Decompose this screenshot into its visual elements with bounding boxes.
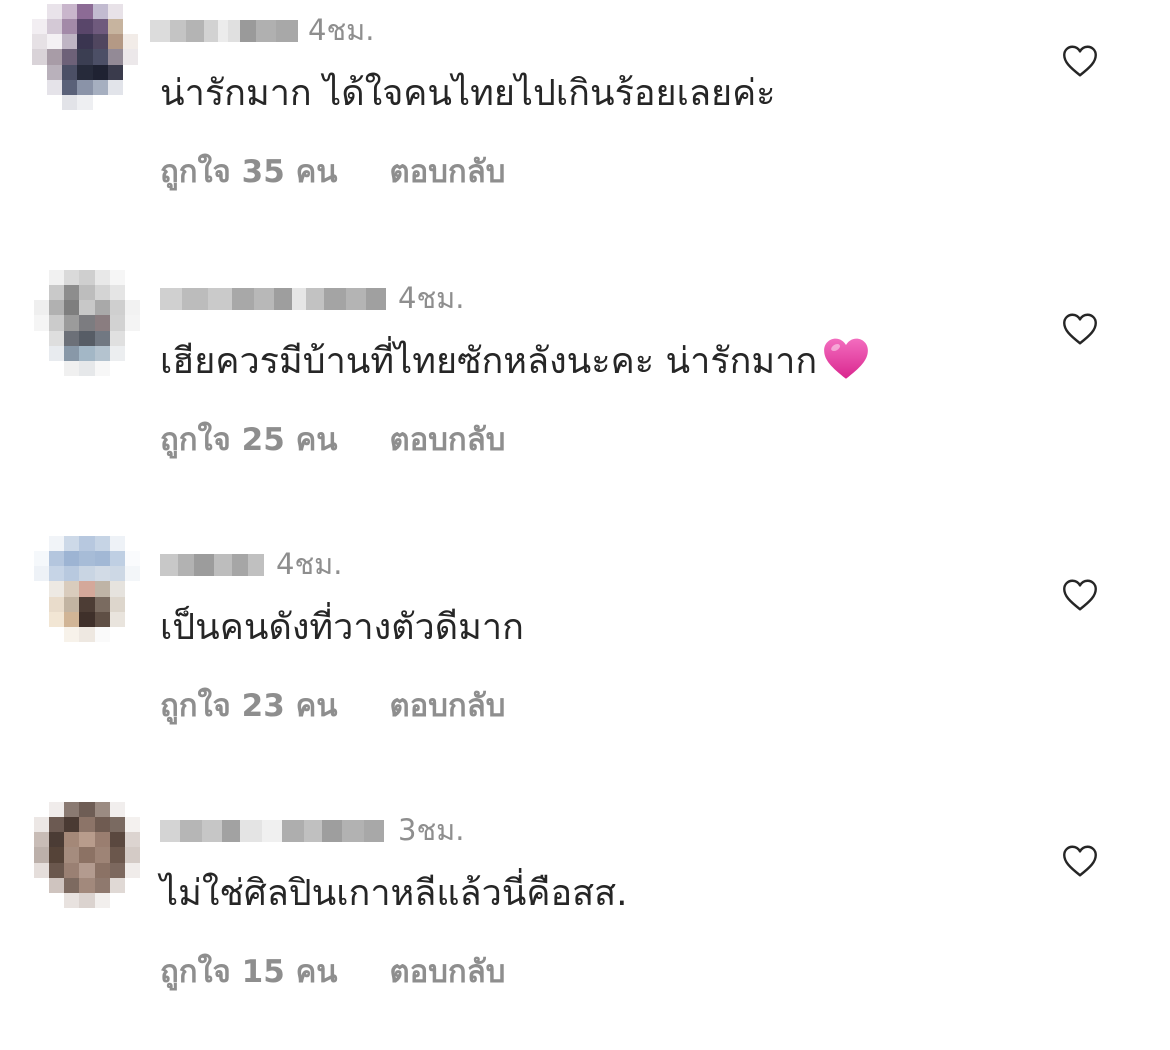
reply-button[interactable]: ตอบกลับ (390, 680, 506, 730)
comment-text: เป็นคนดังที่วางตัวดีมาก (160, 607, 524, 648)
comment-timestamp: 4ชม. (276, 547, 343, 581)
comment-item: 4ชม. น่ารักมาก ได้ใจคนไทยไปเกินร้อยเลยค่… (0, 0, 1170, 250)
avatar[interactable] (34, 802, 140, 908)
like-count[interactable]: ถูกใจ 15 คน (160, 946, 338, 996)
comment-text-content: เฮียควรมีบ้านที่ไทยซักหลังนะคะ น่ารักมาก (160, 341, 818, 382)
comment-actions: ถูกใจ 25 คน ตอบกลับ (160, 414, 505, 464)
comment-timestamp: 3ชม. (398, 813, 465, 847)
comment-actions: ถูกใจ 23 คน ตอบกลับ (160, 680, 505, 730)
comment-item: 3ชม. ไม่ใช่ศิลปินเกาหลีแล้วนี่คือสส. ถูก… (0, 800, 1170, 1050)
like-count[interactable]: ถูกใจ 23 คน (160, 680, 338, 730)
heart-outline-icon[interactable] (1062, 578, 1098, 612)
username-blurred[interactable] (160, 288, 386, 310)
avatar[interactable] (34, 270, 140, 376)
reply-button[interactable]: ตอบกลับ (390, 414, 506, 464)
pink-heart-emoji (821, 334, 871, 384)
avatar[interactable] (32, 4, 138, 110)
comment-actions: ถูกใจ 35 คน ตอบกลับ (160, 146, 505, 196)
like-count[interactable]: ถูกใจ 25 คน (160, 414, 338, 464)
comment-timestamp: 4ชม. (398, 281, 465, 315)
comment-item: 4ชม. เฮียควรมีบ้านที่ไทยซักหลังนะคะ น่าร… (0, 268, 1170, 518)
comment-text: เฮียควรมีบ้านที่ไทยซักหลังนะคะ น่ารักมาก (160, 338, 871, 388)
avatar[interactable] (34, 536, 140, 642)
username-blurred[interactable] (160, 820, 384, 842)
username-blurred[interactable] (160, 554, 264, 576)
heart-outline-icon[interactable] (1062, 44, 1098, 78)
reply-button[interactable]: ตอบกลับ (390, 146, 506, 196)
comment-text: น่ารักมาก ได้ใจคนไทยไปเกินร้อยเลยค่ะ (160, 73, 776, 114)
comment-text: ไม่ใช่ศิลปินเกาหลีแล้วนี่คือสส. (160, 873, 628, 914)
reply-button[interactable]: ตอบกลับ (390, 946, 506, 996)
comment-item: 4ชม. เป็นคนดังที่วางตัวดีมาก ถูกใจ 23 คน… (0, 534, 1170, 784)
heart-outline-icon[interactable] (1062, 312, 1098, 346)
heart-outline-icon[interactable] (1062, 844, 1098, 878)
username-blurred[interactable] (150, 20, 298, 42)
comment-timestamp: 4ชม. (308, 13, 375, 47)
comment-actions: ถูกใจ 15 คน ตอบกลับ (160, 946, 505, 996)
like-count[interactable]: ถูกใจ 35 คน (160, 146, 338, 196)
